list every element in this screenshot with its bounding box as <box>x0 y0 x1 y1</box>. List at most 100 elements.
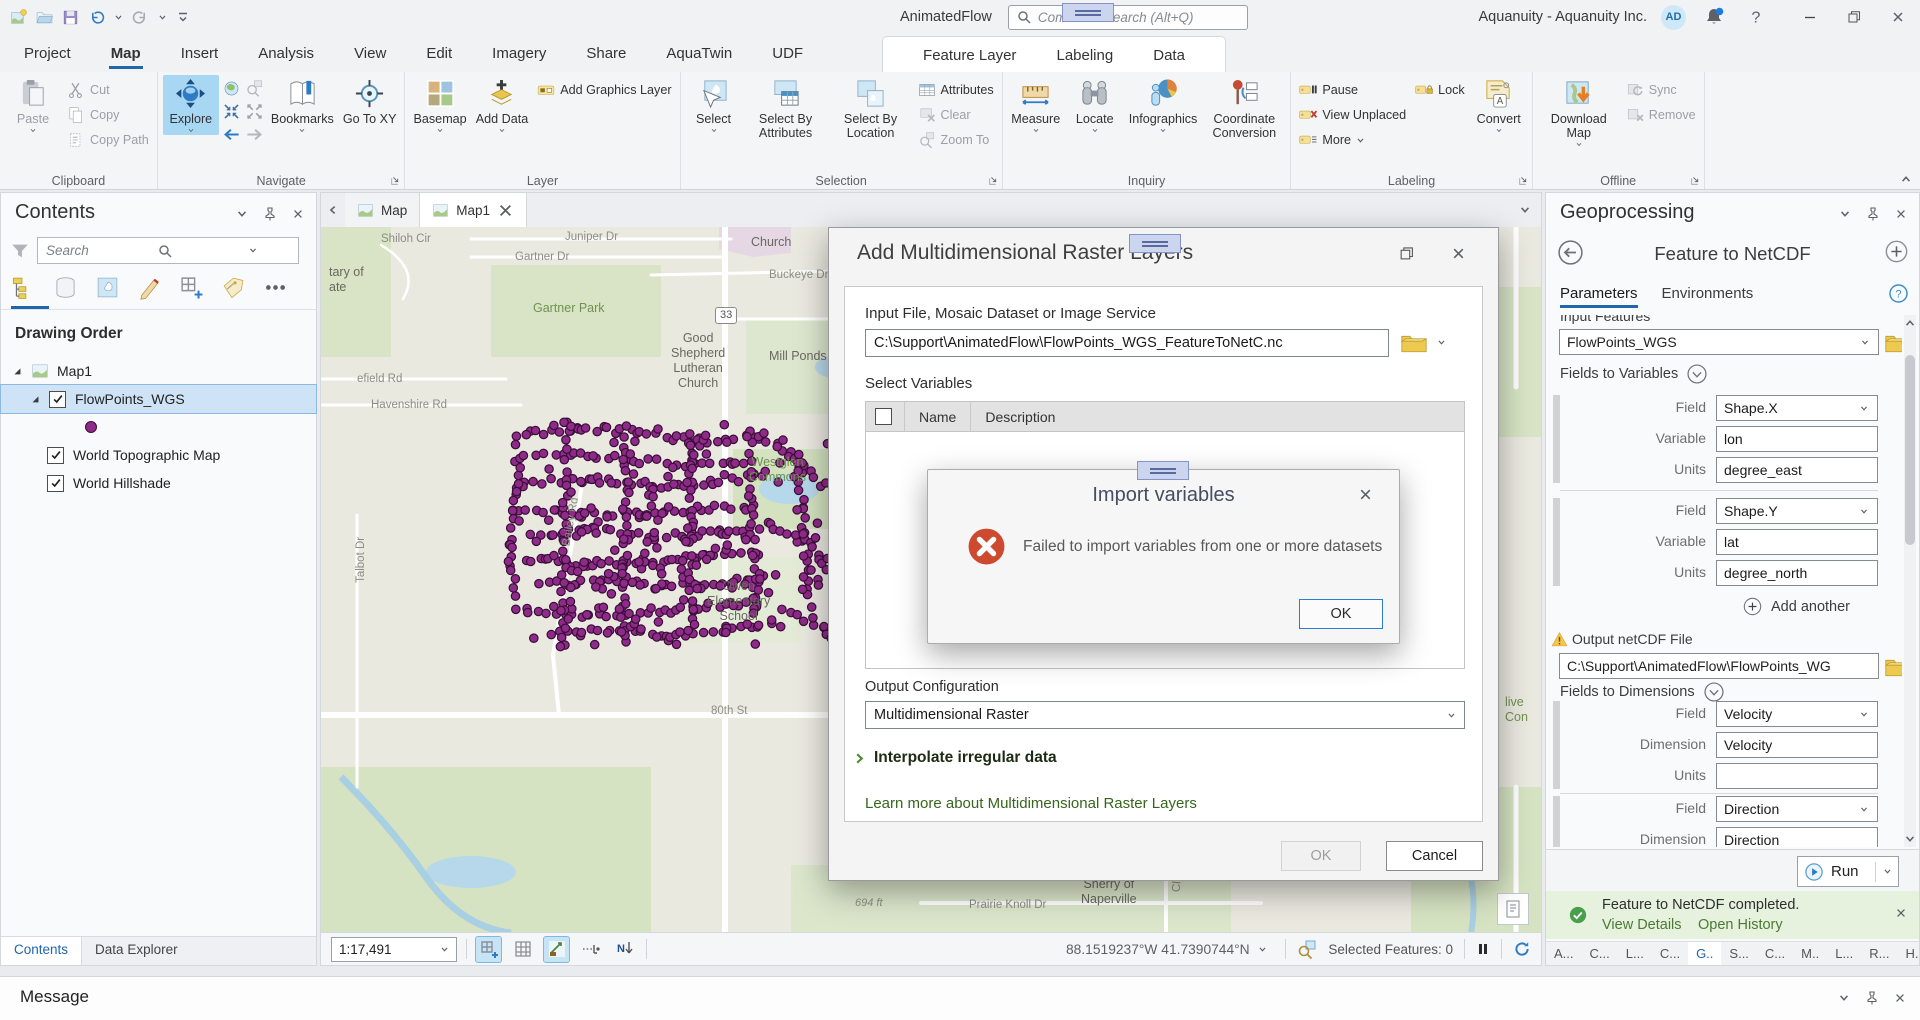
close-panel-icon[interactable] <box>1895 208 1907 220</box>
close-dialog-icon[interactable] <box>1358 487 1373 502</box>
close-button[interactable] <box>1876 0 1920 34</box>
menu-tab-share[interactable]: Share <box>586 34 626 72</box>
more-options-icon[interactable] <box>263 275 288 300</box>
layer-visibility-checkbox[interactable] <box>47 446 64 464</box>
convert-button[interactable]: A Convert <box>1471 75 1527 135</box>
menu-tab-imagery[interactable]: Imagery <box>492 34 546 72</box>
variable-input[interactable]: lon <box>1716 426 1878 452</box>
input-features-select[interactable]: FlowPoints_WGS <box>1559 329 1879 355</box>
previous-extent-icon[interactable] <box>222 125 241 144</box>
ok-button[interactable]: OK <box>1299 599 1383 629</box>
collapse-ribbon-icon[interactable] <box>1900 173 1912 185</box>
grid-button[interactable] <box>510 937 535 962</box>
snap-button[interactable] <box>543 935 570 963</box>
browse-folder-icon[interactable] <box>1885 331 1902 353</box>
list-by-selection-icon[interactable] <box>95 275 120 300</box>
interpolate-expander[interactable]: Interpolate irregular data <box>853 749 1057 767</box>
list-by-snapping-icon[interactable] <box>179 275 204 300</box>
pause-drawing-icon[interactable] <box>1476 942 1490 956</box>
go-to-xy-button[interactable]: Go To XY <box>340 75 400 127</box>
command-search-input[interactable]: Command Search (Alt+Q) <box>1007 4 1248 30</box>
scroll-up-icon[interactable] <box>1904 317 1916 329</box>
browse-folder-icon[interactable] <box>1401 331 1427 353</box>
panel-tab-4[interactable]: G.. <box>1688 942 1722 965</box>
select-button[interactable]: Select <box>686 75 742 135</box>
field-select[interactable]: Shape.X <box>1716 395 1878 421</box>
list-by-editing-icon[interactable] <box>137 275 162 300</box>
menu-tab-analysis[interactable]: Analysis <box>258 34 314 72</box>
menu-tab-map[interactable]: Map <box>108 34 143 72</box>
tool-help-icon[interactable]: ? <box>1888 283 1909 304</box>
close-panel-icon[interactable] <box>1894 992 1906 1004</box>
north-button[interactable]: N <box>612 937 637 962</box>
scroll-tabs-left-icon[interactable] <box>327 204 339 216</box>
dialog-launcher-icon[interactable] <box>988 174 1000 186</box>
dismiss-notification-icon[interactable] <box>1895 907 1907 919</box>
restore-button[interactable] <box>1832 0 1876 34</box>
add-graphics-layer-button[interactable]: Add Graphics Layer <box>534 80 674 100</box>
browse-options-icon[interactable] <box>1437 338 1446 347</box>
locate-button[interactable]: Locate <box>1067 75 1123 135</box>
panel-tab-6[interactable]: C... <box>1757 942 1793 965</box>
menu-tab-edit[interactable]: Edit <box>426 34 452 72</box>
dialog-launcher-icon[interactable] <box>390 174 402 186</box>
output-configuration-select[interactable]: Multidimensional Raster <box>865 701 1465 729</box>
view-unplaced-button[interactable]: View Unplaced <box>1296 105 1409 125</box>
undo-menu-icon[interactable] <box>114 13 123 22</box>
notifications-icon[interactable] <box>1704 7 1724 27</box>
fields-to-dimensions-section[interactable]: Fields to Dimensions <box>1560 681 1725 703</box>
panel-tab-3[interactable]: C... <box>1652 942 1688 965</box>
view-details-link[interactable]: View Details <box>1602 917 1682 933</box>
panel-tab-1[interactable]: C... <box>1582 942 1618 965</box>
tree-item-world-topographic-map[interactable]: World Topographic Map <box>1 441 316 469</box>
select-all-checkbox[interactable] <box>875 408 892 425</box>
layer-visibility-checkbox[interactable] <box>47 474 64 492</box>
contextual-tab-labeling[interactable]: Labeling <box>1056 38 1113 72</box>
panel-menu-icon[interactable] <box>1839 208 1851 220</box>
input-file-field[interactable]: C:\Support\AnimatedFlow\FlowPoints_WGS_F… <box>865 329 1389 357</box>
redo-menu-icon[interactable] <box>158 13 167 22</box>
close-dialog-icon[interactable] <box>1451 246 1466 261</box>
variable-input[interactable]: lat <box>1716 529 1878 555</box>
contextual-tab-feature-layer[interactable]: Feature Layer <box>923 38 1016 72</box>
menu-tab-udf[interactable]: UDF <box>772 34 803 72</box>
download-map-button[interactable]: Download Map <box>1538 75 1620 149</box>
minimize-button[interactable] <box>1788 0 1832 34</box>
full-extent-icon[interactable] <box>222 79 241 98</box>
select-by-attributes-button[interactable]: Select By Attributes <box>745 75 827 141</box>
browse-folder-icon[interactable] <box>1885 655 1902 677</box>
cancel-button[interactable]: Cancel <box>1386 841 1483 871</box>
scale-select[interactable]: 1:17,491 <box>331 936 457 962</box>
list-by-drawing-order-icon[interactable] <box>11 275 36 300</box>
select-by-location-button[interactable]: Select By Location <box>830 75 912 141</box>
map-notification-button[interactable] <box>1497 893 1529 925</box>
tree-item-world-hillshade[interactable]: World Hillshade <box>1 469 316 497</box>
dimension-input[interactable]: Direction <box>1716 827 1878 847</box>
panel-tab-2[interactable]: L... <box>1618 942 1652 965</box>
contents-search-input[interactable]: Search <box>37 237 299 264</box>
pin-icon[interactable] <box>1866 207 1880 221</box>
coordinate-conversion-button[interactable]: Coordinate Conversion <box>1203 75 1285 141</box>
customize-toolbar-icon[interactable] <box>176 10 190 24</box>
infographics-button[interactable]: Infographics <box>1126 75 1201 135</box>
avatar[interactable]: AD <box>1661 4 1686 30</box>
expander-icon[interactable] <box>11 365 23 377</box>
panel-tab-8[interactable]: L... <box>1827 942 1861 965</box>
expander-icon[interactable] <box>29 393 41 405</box>
tree-item-map1[interactable]: Map1 <box>1 357 316 385</box>
panel-tab-10[interactable]: H.. <box>1898 942 1919 965</box>
output-netcdf-input[interactable]: C:\Support\AnimatedFlow\FlowPoints_WG <box>1559 653 1879 679</box>
measure-button[interactable]: Measure <box>1008 75 1064 135</box>
menu-tab-project[interactable]: Project <box>24 34 71 72</box>
panel-menu-icon[interactable] <box>1838 992 1850 1004</box>
undo-icon[interactable] <box>88 9 105 26</box>
zoom-to-selection-icon[interactable] <box>1297 939 1317 959</box>
touch-drag-handle[interactable] <box>1062 3 1114 22</box>
grip-button[interactable] <box>578 937 603 962</box>
grid-add-button[interactable] <box>475 935 502 963</box>
close-tab-icon[interactable] <box>497 202 514 219</box>
open-history-link[interactable]: Open History <box>1698 917 1783 933</box>
filter-icon[interactable] <box>11 242 29 260</box>
menu-tab-view[interactable]: View <box>354 34 386 72</box>
panel-menu-icon[interactable] <box>236 208 248 220</box>
